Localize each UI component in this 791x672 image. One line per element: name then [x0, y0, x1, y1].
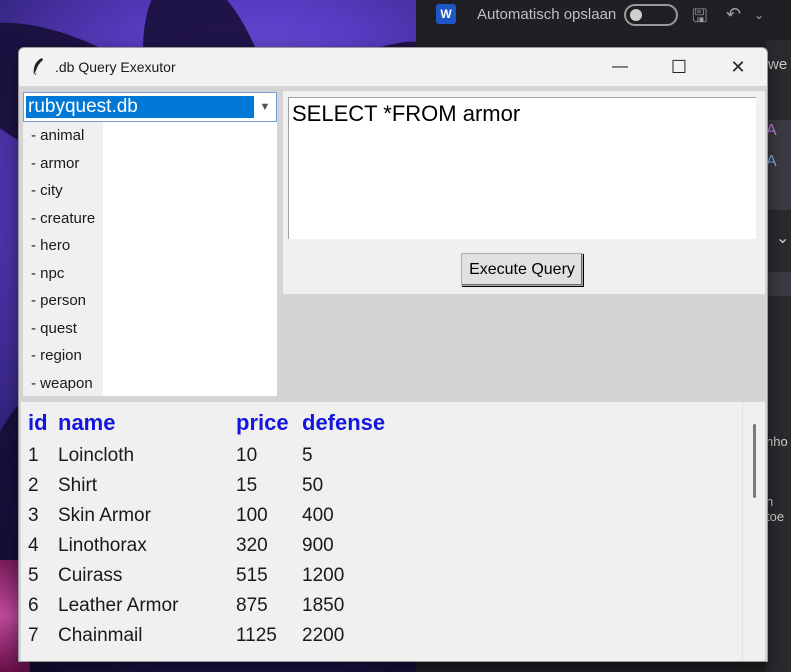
- table-item-weapon[interactable]: - weapon: [31, 375, 93, 392]
- results-scrollbar-thumb[interactable]: [753, 424, 756, 498]
- table-item-armor[interactable]: - armor: [31, 155, 79, 172]
- table-cell: 900: [302, 535, 334, 556]
- table-cell: 15: [236, 475, 258, 496]
- word-side-text: nho: [766, 434, 788, 449]
- table-cell: 875: [236, 595, 268, 616]
- word-side-text: n toe: [766, 494, 785, 524]
- table-cell: 1850: [302, 595, 345, 616]
- table-cell: 50: [302, 475, 324, 496]
- autosave-label: Automatisch opslaan: [477, 6, 617, 23]
- close-button[interactable]: ✕: [709, 48, 767, 86]
- results-table: id name price defense 1 Loincloth 10 5 2 Shir…: [21, 402, 765, 661]
- table-cell: 2200: [302, 625, 345, 646]
- table-item-hero[interactable]: - hero: [31, 237, 70, 254]
- table-cell: 515: [236, 565, 268, 586]
- table-item-quest[interactable]: - quest: [31, 320, 77, 337]
- table-item-region[interactable]: - region: [31, 347, 82, 364]
- table-cell: 1200: [302, 565, 345, 586]
- maximize-button[interactable]: ☐: [650, 48, 708, 86]
- minimize-button[interactable]: —: [591, 48, 649, 86]
- query-text: SELECT *FROM armor: [292, 101, 521, 126]
- column-header-name: name: [58, 410, 116, 435]
- table-item-city[interactable]: - city: [31, 182, 63, 199]
- feather-icon: [33, 58, 43, 77]
- undo-icon[interactable]: ↶: [726, 4, 741, 25]
- table-cell: 400: [302, 505, 334, 526]
- query-input[interactable]: SELECT *FROM armor: [288, 97, 756, 239]
- window-titlebar[interactable]: .db Query Exexutor — ☐ ✕: [19, 48, 767, 86]
- table-cell: Loincloth: [58, 445, 135, 466]
- table-cell: Shirt: [58, 475, 98, 496]
- table-cell: 320: [236, 535, 268, 556]
- table-item-animal[interactable]: - animal: [31, 127, 84, 144]
- table-item-person[interactable]: - person: [31, 292, 86, 309]
- execute-query-button[interactable]: Execute Query: [461, 253, 583, 286]
- table-cell: Linothorax: [58, 535, 147, 556]
- chevron-down-icon[interactable]: ⌄: [776, 228, 789, 248]
- table-cell: Leather Armor: [58, 595, 179, 616]
- chevron-down-icon[interactable]: ▼: [256, 96, 274, 118]
- table-cell: 2: [28, 475, 39, 496]
- table-item-creature[interactable]: - creature: [31, 210, 95, 227]
- chevron-down-icon[interactable]: ⌄: [754, 8, 764, 22]
- window-title: .db Query Exexutor: [55, 59, 176, 75]
- table-cell: 3: [28, 505, 39, 526]
- table-cell: Cuirass: [58, 565, 123, 586]
- table-cell: 5: [302, 445, 313, 466]
- table-cell: 10: [236, 445, 258, 466]
- table-cell: 4: [28, 535, 39, 556]
- table-item-npc[interactable]: - npc: [31, 265, 64, 282]
- autosave-toggle[interactable]: [624, 4, 678, 26]
- save-icon[interactable]: 🖫: [692, 4, 707, 34]
- database-select-value: rubyquest.db: [25, 95, 255, 119]
- table-cell: 7: [28, 625, 39, 646]
- table-cell: 1: [28, 445, 39, 466]
- query-executor-window: .db Query Exexutor — ☐ ✕ rubyquest.db ▼ …: [18, 47, 768, 662]
- table-list: - animal - armor - city - creature - her…: [23, 122, 103, 396]
- table-cell: Chainmail: [58, 625, 143, 646]
- word-ribbon-group: [768, 272, 791, 296]
- table-cell: 100: [236, 505, 268, 526]
- table-cell: 5: [28, 565, 39, 586]
- column-header-defense: defense: [302, 410, 386, 435]
- column-header-price: price: [236, 410, 289, 435]
- column-header-id: id: [28, 410, 48, 435]
- table-cell: 1125: [236, 625, 277, 646]
- database-select[interactable]: rubyquest.db ▼: [23, 92, 277, 122]
- table-cell: 6: [28, 595, 39, 616]
- table-cell: Skin Armor: [58, 505, 151, 526]
- word-side-text: we: [768, 56, 788, 73]
